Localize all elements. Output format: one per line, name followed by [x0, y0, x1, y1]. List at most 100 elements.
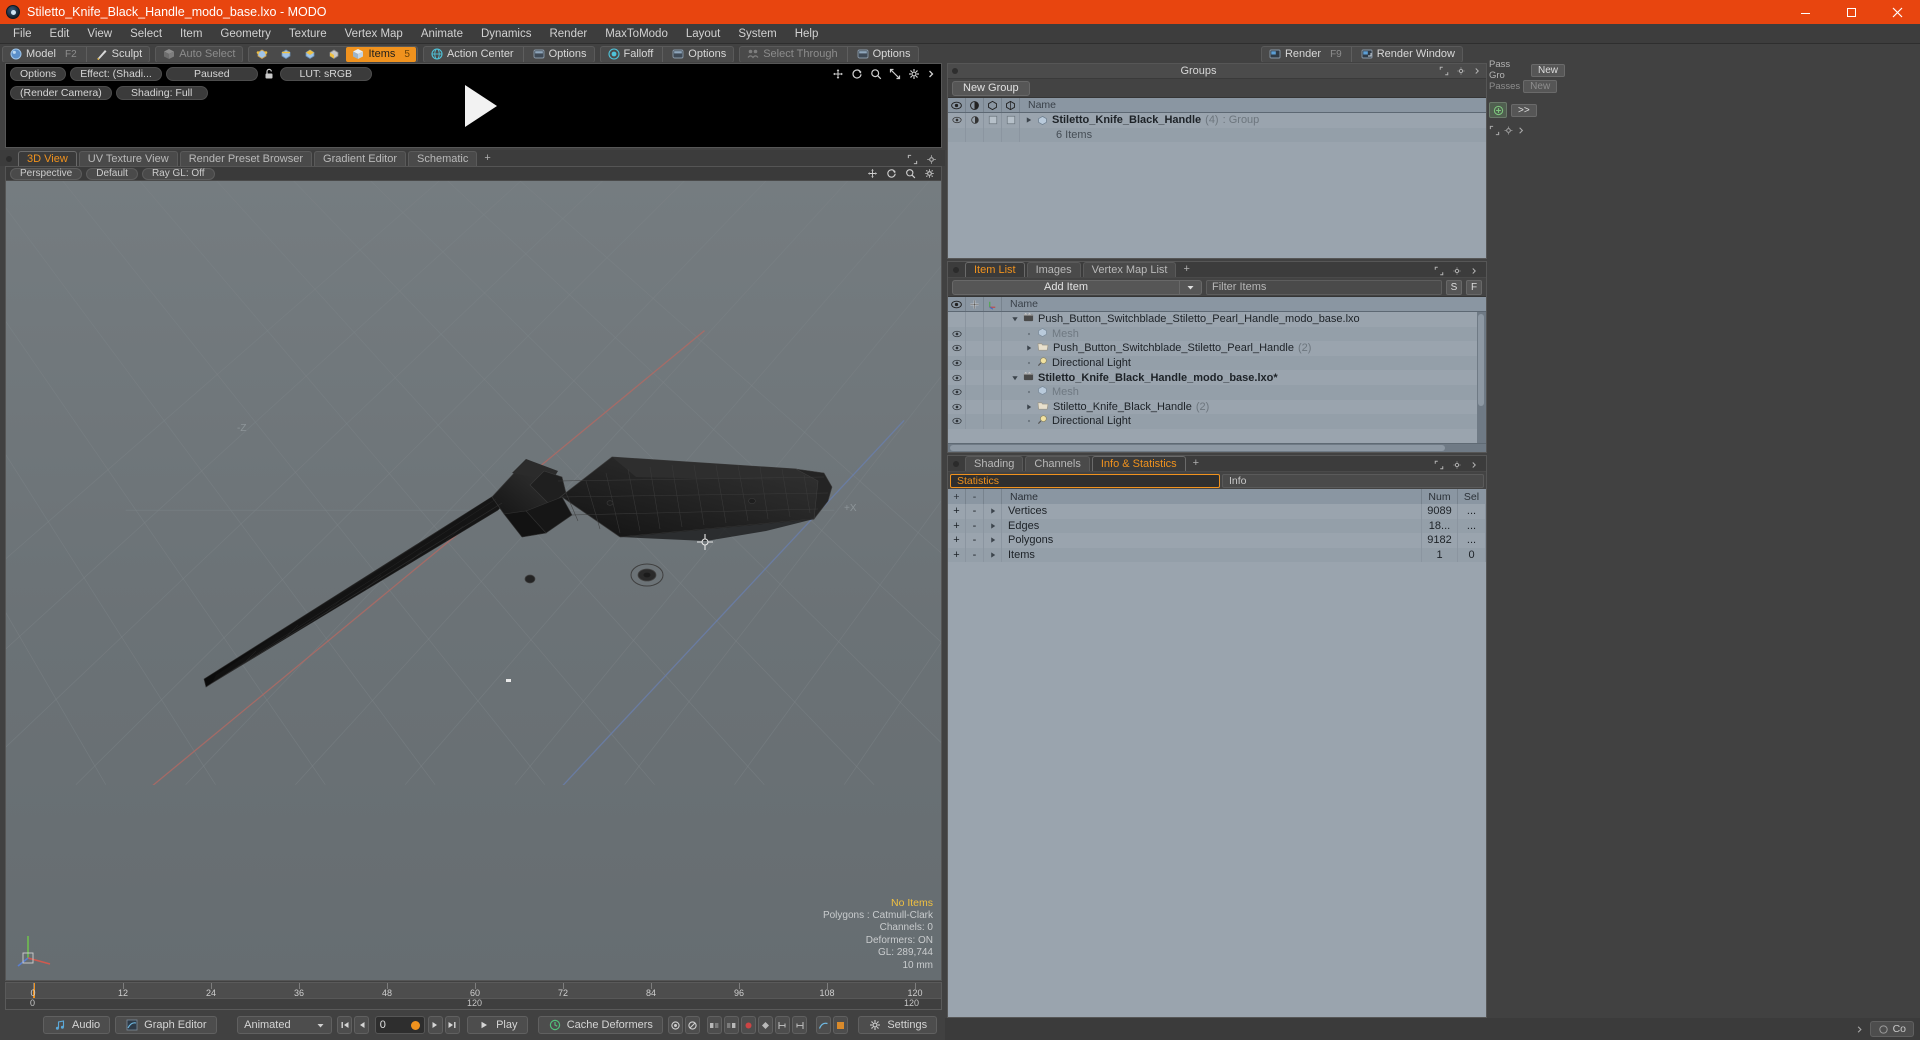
- rail-chevron-icon[interactable]: [1517, 125, 1525, 136]
- menu-system[interactable]: System: [729, 25, 785, 43]
- item-row-twisty[interactable]: [1024, 359, 1033, 368]
- action-center-button[interactable]: Action Center: [425, 47, 520, 62]
- status-chevron-icon[interactable]: [1855, 1024, 1864, 1035]
- edges-mode-button[interactable]: [274, 47, 298, 62]
- tab-vertex-map-list[interactable]: Vertex Map List: [1082, 262, 1177, 277]
- item-list-row[interactable]: Stiletto_Knife_Black_Handle_modo_base.lx…: [948, 370, 1486, 385]
- timeline-panel[interactable]: 0 12 24 36 48 60 72 84 96 108 120 0 120 …: [5, 982, 942, 1010]
- timeline-ruler[interactable]: 0 12 24 36 48 60 72 84 96 108 120: [6, 983, 941, 999]
- menu-maxtomodo[interactable]: MaxToModo: [596, 25, 677, 43]
- item-list-hscrollbar[interactable]: [948, 443, 1486, 452]
- new-group-button[interactable]: New Group: [952, 80, 1030, 96]
- menu-vertex-map[interactable]: Vertex Map: [336, 25, 412, 43]
- cache-deformers-button[interactable]: Cache Deformers: [537, 1016, 663, 1034]
- create-key-button[interactable]: [740, 1016, 756, 1034]
- prev-frame-button[interactable]: [354, 1016, 370, 1034]
- select-through-button[interactable]: Select Through: [741, 47, 843, 62]
- menu-animate[interactable]: Animate: [412, 25, 472, 43]
- tab-uv-texture-view[interactable]: UV Texture View: [78, 151, 178, 166]
- item-list-row[interactable]: Directional Light: [948, 355, 1486, 371]
- stat-expand-arrow[interactable]: [984, 547, 1002, 563]
- info-gear-icon[interactable]: [1452, 460, 1462, 470]
- item-row-eye-toggle[interactable]: [948, 384, 966, 400]
- group-row-eye[interactable]: [948, 113, 966, 128]
- item-list-row[interactable]: Mesh: [948, 326, 1486, 342]
- sculpt-mode-button[interactable]: Sculpt: [90, 47, 149, 62]
- groups-col-wire[interactable]: [1002, 98, 1020, 112]
- stat-expand-arrow[interactable]: [984, 504, 1002, 519]
- default-shading-button[interactable]: Default: [86, 167, 138, 180]
- preview-camera-button[interactable]: (Render Camera): [10, 86, 112, 100]
- key-next-button[interactable]: [723, 1016, 739, 1034]
- item-row-twisty[interactable]: [1024, 344, 1033, 353]
- item-list-vscrollbar[interactable]: [1477, 312, 1486, 443]
- filter-f-button[interactable]: F: [1466, 279, 1482, 295]
- item-row-twisty[interactable]: [1010, 373, 1019, 382]
- materials-mode-button[interactable]: [322, 47, 346, 62]
- filter-s-button[interactable]: S: [1446, 279, 1462, 295]
- tab-add-button[interactable]: +: [479, 151, 495, 166]
- item-row-eye-toggle[interactable]: [948, 399, 966, 415]
- filter-items-input[interactable]: Filter Items: [1206, 279, 1442, 295]
- go-to-end-button[interactable]: [444, 1016, 460, 1034]
- loop-start-button[interactable]: [774, 1016, 790, 1034]
- groups-expand-icon[interactable]: [1439, 66, 1449, 76]
- gear-icon[interactable]: [908, 68, 920, 80]
- next-frame-button[interactable]: [427, 1016, 443, 1034]
- frame-knob-icon[interactable]: [410, 1020, 420, 1030]
- tab-strip-dot-icon[interactable]: [6, 156, 12, 162]
- preview-paused-button[interactable]: Paused: [165, 67, 258, 81]
- close-button[interactable]: [1874, 0, 1920, 24]
- tab-render-preset-browser[interactable]: Render Preset Browser: [179, 151, 313, 166]
- groups-col-eye[interactable]: [948, 98, 966, 112]
- info-add-tab[interactable]: +: [1188, 456, 1204, 471]
- passes-new-button[interactable]: New: [1523, 79, 1558, 93]
- item-list-add-tab[interactable]: +: [1178, 262, 1194, 277]
- item-row-name-cell[interactable]: Mesh: [1002, 327, 1486, 341]
- item-row-axis-cell[interactable]: [984, 326, 1002, 342]
- item-row-eye-toggle[interactable]: [948, 312, 966, 327]
- item-row-lock-cell[interactable]: [966, 326, 984, 342]
- menu-dynamics[interactable]: Dynamics: [472, 25, 540, 43]
- groups-row[interactable]: Stiletto_Knife_Black_Handle (4) : Group: [948, 113, 1486, 128]
- tab-3d-view[interactable]: 3D View: [18, 151, 77, 166]
- stat-minus-button[interactable]: -: [966, 533, 984, 548]
- item-row-axis-cell[interactable]: [984, 399, 1002, 415]
- item-list-row[interactable]: Mesh: [948, 384, 1486, 400]
- groups-col-poly[interactable]: [984, 98, 1002, 112]
- item-row-axis-cell[interactable]: [984, 414, 1002, 429]
- groups-col-shade[interactable]: [966, 98, 984, 112]
- go-to-start-button[interactable]: [337, 1016, 353, 1034]
- item-list-body[interactable]: Push_Button_Switchblade_Stiletto_Pearl_H…: [948, 312, 1486, 443]
- item-row-axis-cell[interactable]: [984, 355, 1002, 371]
- model-mode-button[interactable]: Model F2: [4, 47, 83, 62]
- pan-icon[interactable]: [832, 68, 844, 80]
- stat-plus-button[interactable]: +: [948, 533, 966, 548]
- preview-shading-button[interactable]: Shading: Full: [115, 86, 208, 100]
- menu-geometry[interactable]: Geometry: [211, 25, 280, 43]
- delete-key-button[interactable]: [757, 1016, 773, 1034]
- viewport-gear-icon[interactable]: [924, 168, 935, 179]
- item-row-eye-toggle[interactable]: [948, 414, 966, 429]
- item-row-name-cell[interactable]: Mesh: [1002, 385, 1486, 399]
- minimize-button[interactable]: [1782, 0, 1828, 24]
- stat-plus-button[interactable]: +: [948, 518, 966, 534]
- key-prev-button[interactable]: [707, 1016, 722, 1034]
- command-status-button[interactable]: Co: [1869, 1021, 1914, 1037]
- statistics-row[interactable]: + - Edges 18......: [948, 518, 1486, 534]
- add-item-button[interactable]: Add Item: [952, 279, 1180, 295]
- menu-help[interactable]: Help: [786, 25, 828, 43]
- item-row-eye-toggle[interactable]: [948, 326, 966, 342]
- item-row-lock-cell[interactable]: [966, 341, 984, 356]
- rail-gear-icon[interactable]: [1503, 125, 1514, 136]
- group-row-shade[interactable]: [966, 113, 984, 128]
- item-row-name-cell[interactable]: Push_Button_Switchblade_Stiletto_Pearl_H…: [1002, 341, 1486, 355]
- menu-layout[interactable]: Layout: [677, 25, 730, 43]
- viewport-pan-icon[interactable]: [867, 168, 878, 179]
- item-row-axis-cell[interactable]: [984, 384, 1002, 400]
- item-row-axis-cell[interactable]: [984, 370, 1002, 385]
- render-window-button[interactable]: Render Window: [1355, 47, 1461, 62]
- item-row-lock-cell[interactable]: [966, 355, 984, 371]
- item-list-chevron-icon[interactable]: [1470, 266, 1478, 276]
- play-button[interactable]: Play: [467, 1016, 528, 1034]
